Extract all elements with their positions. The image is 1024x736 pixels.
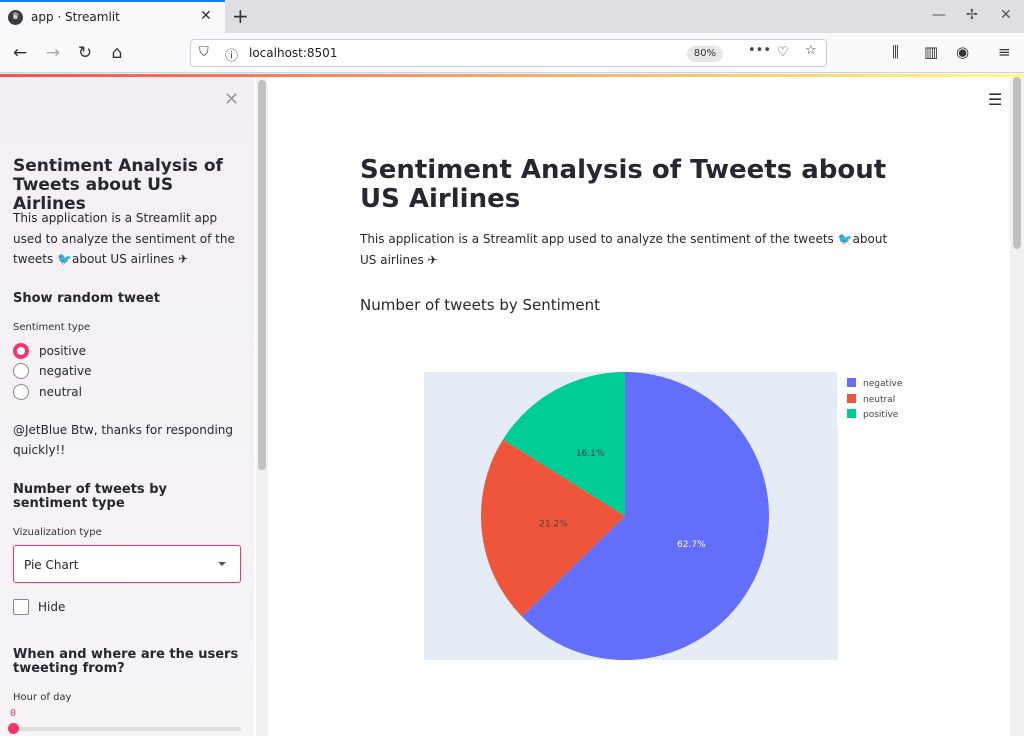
hamburger-menu-icon[interactable]: ☰ — [988, 90, 1002, 109]
slider-value: 0 — [10, 708, 17, 719]
checkbox-icon[interactable] — [13, 599, 29, 615]
legend-item-negative[interactable]: negative — [847, 378, 902, 389]
hour-slider-track[interactable] — [13, 727, 241, 731]
close-sidebar-icon[interactable]: ✕ — [224, 89, 239, 110]
radio-label: neutral — [39, 385, 82, 399]
page-viewport: ✕ Sentiment Analysis of Tweets about US … — [0, 74, 1024, 736]
back-icon[interactable]: ← — [8, 41, 32, 65]
bookmark-star-icon[interactable]: ☆ — [805, 43, 817, 58]
sidebar-description: This application is a Streamlit app used… — [13, 211, 235, 266]
sentiment-type-label: Sentiment type — [13, 322, 91, 333]
window-close-icon[interactable]: ✕ — [1000, 7, 1012, 23]
info-icon[interactable]: ⓘ — [225, 45, 238, 64]
browser-tab[interactable]: ♛ app · Streamlit ✕ — [0, 0, 225, 33]
slice-label-neutral: 21.2% — [539, 520, 568, 530]
reload-icon[interactable]: ↻ — [73, 41, 97, 65]
radio-empty-icon[interactable] — [13, 363, 29, 379]
visualization-type-label: Vizualization type — [13, 527, 102, 538]
browser-window: ♛ app · Streamlit ✕ + — ✢ ✕ ← → ↻ ⌂ ⛉ ⓘ … — [0, 0, 1024, 736]
radio-selected-icon[interactable] — [13, 343, 29, 359]
minimize-icon[interactable]: — — [932, 7, 946, 23]
navigation-bar: ← → ↻ ⌂ ⛉ ⓘ localhost:8501 80% ••• ♡ ☆ ⫼… — [0, 33, 1024, 73]
chevron-down-icon[interactable] — [218, 562, 226, 566]
sidebar-scrollbar[interactable] — [256, 77, 268, 736]
tab-bar: ♛ app · Streamlit ✕ + — ✢ ✕ — [0, 0, 1024, 33]
menu-icon[interactable]: ≡ — [998, 43, 1011, 61]
sidebar-toggle-icon[interactable]: ▥ — [924, 43, 938, 61]
random-tweet-text: @JetBlue Btw, thanks for responding quic… — [13, 423, 234, 457]
random-tweet-heading: Show random tweet — [13, 291, 160, 306]
scrollbar-thumb[interactable] — [1013, 77, 1021, 249]
url-text[interactable]: localhost:8501 — [249, 46, 337, 60]
zoom-badge[interactable]: 80% — [687, 46, 723, 62]
url-bar[interactable]: ⛉ ⓘ localhost:8501 80% ••• ♡ ☆ — [190, 39, 827, 67]
select-value: Pie Chart — [24, 558, 79, 572]
scrollbar-thumb[interactable] — [258, 80, 266, 470]
maximize-icon[interactable]: ✢ — [966, 7, 978, 23]
pocket-icon[interactable]: ♡ — [777, 45, 789, 60]
library-icon[interactable]: ⫼ — [892, 43, 899, 61]
home-icon[interactable]: ⌂ — [105, 41, 129, 65]
visualization-select[interactable]: Pie Chart — [13, 545, 241, 583]
sentiment-pie-chart: 62.7% 21.2% 16.1% negative neutral positive — [424, 372, 904, 662]
sidebar: ✕ Sentiment Analysis of Tweets about US … — [0, 77, 254, 736]
radio-label: negative — [39, 364, 92, 378]
legend-item-positive[interactable]: positive — [847, 409, 898, 420]
main-scrollbar[interactable] — [1010, 77, 1024, 736]
legend-swatch — [847, 409, 856, 418]
hour-of-day-label: Hour of day — [13, 692, 72, 703]
page-title: Sentiment Analysis of Tweets about US Ai… — [360, 155, 887, 214]
close-tab-icon[interactable]: ✕ — [200, 8, 212, 24]
legend-label: neutral — [863, 394, 896, 405]
slice-label-negative: 62.7% — [677, 540, 706, 550]
forward-icon[interactable]: → — [41, 41, 65, 65]
sidebar-title: Sentiment Analysis of Tweets about US Ai… — [13, 156, 223, 214]
chart-subtitle: Number of tweets by Sentiment — [360, 296, 601, 314]
legend-item-neutral[interactable]: neutral — [847, 393, 896, 405]
tab-title: app · Streamlit — [31, 10, 120, 24]
new-tab-icon[interactable]: + — [232, 4, 249, 28]
account-icon[interactable]: ◉ — [956, 43, 969, 61]
count-heading: Number of tweets by sentiment type — [13, 482, 167, 511]
hide-label: Hide — [38, 600, 66, 614]
legend-swatch — [847, 393, 856, 403]
legend-swatch — [847, 378, 856, 387]
pie-svg: 62.7% 21.2% 16.1% — [481, 372, 769, 660]
slice-label-positive: 16.1% — [576, 449, 605, 459]
hour-slider-handle[interactable] — [8, 723, 19, 734]
legend-label: negative — [863, 379, 903, 389]
shield-icon[interactable]: ⛉ — [199, 45, 209, 60]
legend-label: positive — [863, 410, 899, 420]
where-heading: When and where are the users tweeting fr… — [13, 647, 239, 676]
page-description: This application is a Streamlit app used… — [360, 232, 888, 267]
radio-label: positive — [39, 344, 87, 358]
more-actions-icon[interactable]: ••• — [748, 43, 771, 58]
streamlit-favicon-icon: ♛ — [8, 10, 23, 25]
radio-empty-icon[interactable] — [13, 384, 29, 400]
